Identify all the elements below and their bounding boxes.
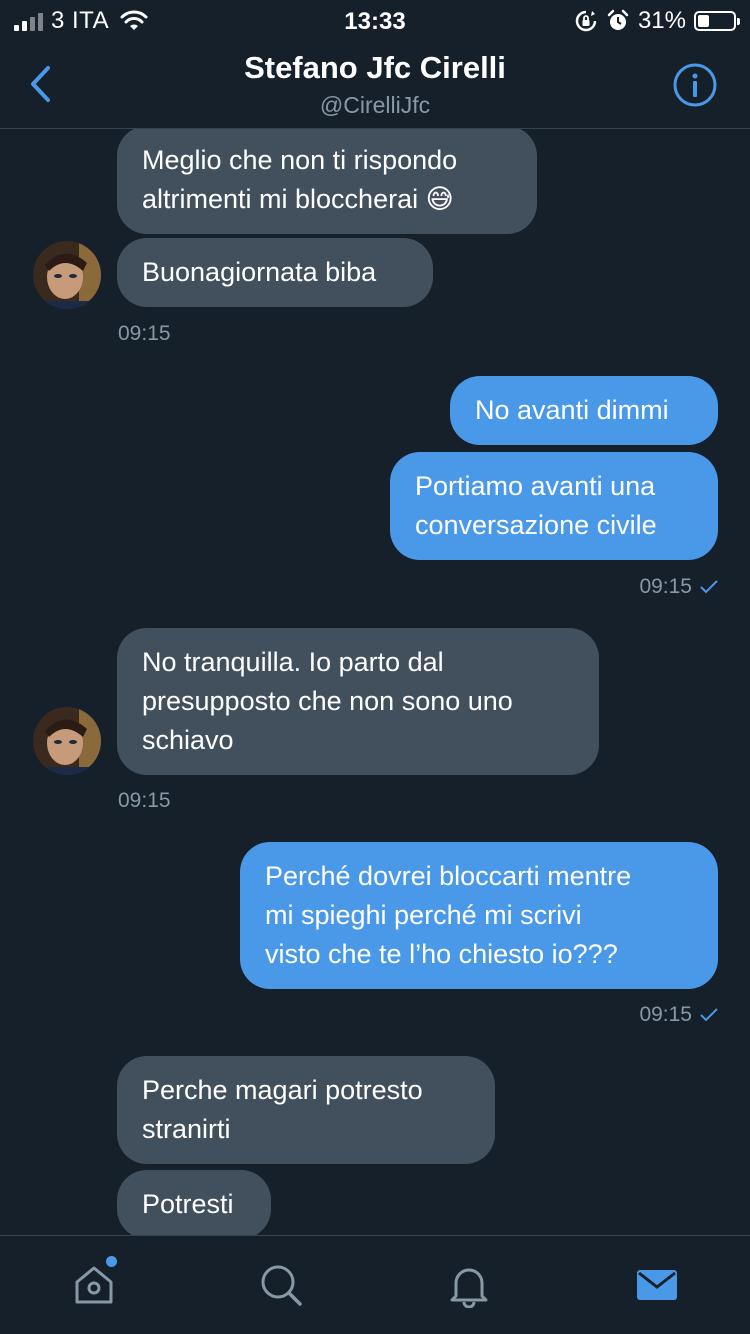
tab-home[interactable] [69, 1256, 119, 1310]
message-meta: 09:15 [639, 1003, 718, 1027]
message-bubble-incoming[interactable]: Potresti [117, 1170, 271, 1235]
search-icon [261, 1265, 302, 1306]
message-bubble-incoming[interactable]: Buonagiornata biba [117, 238, 433, 307]
info-icon[interactable] [672, 62, 718, 108]
bell-icon [450, 1268, 488, 1308]
message-timestamp: 09:15 [118, 322, 171, 345]
message-timestamp: 09:15 [639, 1003, 692, 1026]
message-bubble-outgoing[interactable]: Portiamo avanti una conversazione civile [390, 452, 718, 560]
tab-search[interactable] [256, 1260, 306, 1310]
message-bubble-incoming[interactable]: Meglio che non ti rispondo altrimenti mi… [117, 129, 537, 234]
checkmark-icon [700, 1008, 718, 1022]
battery-icon [694, 11, 740, 31]
message-list[interactable]: Meglio che non ti rispondo altrimenti mi… [0, 129, 750, 1235]
battery-percentage: 31% [637, 7, 686, 34]
message-bubble-incoming[interactable]: No tranquilla. Io parto dal presupposto … [117, 628, 599, 775]
avatar-image [33, 707, 101, 775]
notification-dot [106, 1256, 117, 1267]
alarm-icon [607, 9, 629, 30]
dm-conversation-screen: 3 ITA 13:33 31% Stefano Jfc Cirelli @Cir… [0, 0, 750, 1334]
avatar[interactable] [33, 707, 101, 775]
message-meta: 09:15 [639, 575, 718, 599]
message-bubble-incoming[interactable]: Perche magari potresto stranirti [117, 1056, 495, 1164]
tab-bar [0, 1235, 750, 1334]
rotation-lock-icon [575, 10, 597, 32]
message-timestamp: 09:15 [118, 789, 171, 812]
tab-messages[interactable] [632, 1260, 682, 1310]
conversation-title[interactable]: Stefano Jfc Cirelli [0, 50, 750, 86]
conversation-header: Stefano Jfc Cirelli @CirelliJfc [0, 42, 750, 129]
mail-icon [637, 1270, 677, 1300]
status-right: 31% [574, 7, 740, 34]
status-bar: 3 ITA 13:33 31% [0, 0, 750, 42]
home-icon [75, 1266, 113, 1304]
message-bubble-outgoing[interactable]: Perché dovrei bloccarti mentre mi spiegh… [240, 842, 718, 989]
message-bubble-outgoing[interactable]: No avanti dimmi [450, 376, 718, 445]
checkmark-icon [700, 580, 718, 594]
avatar[interactable] [33, 241, 101, 309]
message-timestamp: 09:15 [639, 575, 692, 598]
conversation-handle[interactable]: @CirelliJfc [0, 92, 750, 119]
avatar-image [33, 241, 101, 309]
tab-notifications[interactable] [444, 1260, 494, 1310]
battery-level [698, 15, 709, 27]
